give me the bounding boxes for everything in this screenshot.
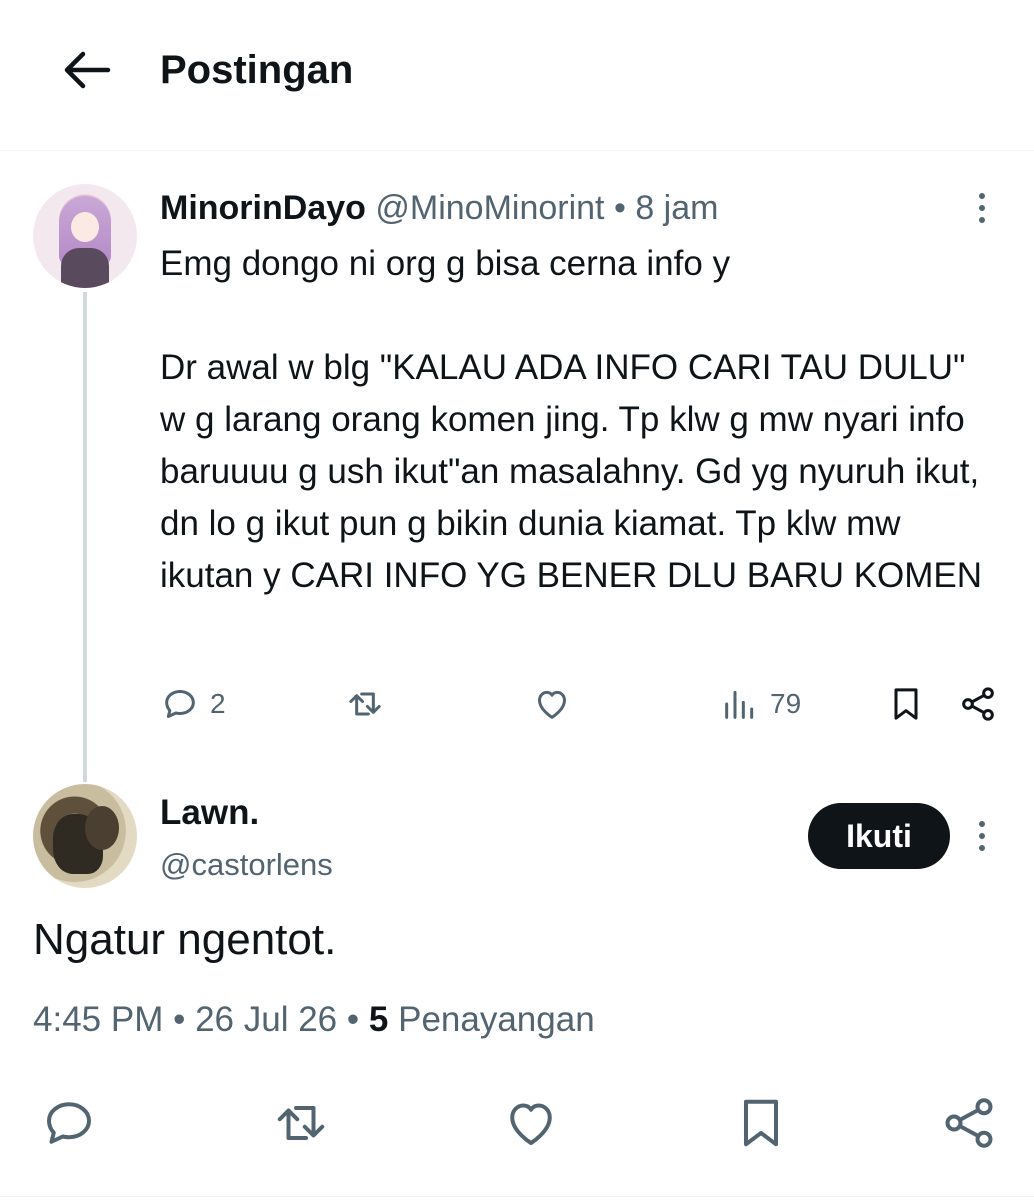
bookmark-button[interactable] [728,1090,794,1156]
retweet-button[interactable] [344,676,386,732]
separator-dot: • [613,189,626,227]
like-icon [510,1103,552,1145]
reply-button[interactable]: 2 [160,676,226,732]
retweet-icon [277,1106,325,1140]
more-options-button[interactable] [972,816,992,856]
more-options-button[interactable] [972,188,992,228]
views-icon [725,690,754,719]
tweet-header: MinorinDayo @MinoMinorint • 8 jam [160,186,718,230]
reply-button[interactable] [36,1090,102,1156]
share-icon [945,1098,993,1148]
tweet-body: Emg dongo ni org g bisa cerna info y Dr … [160,244,983,595]
share-icon [962,687,994,721]
follow-button[interactable]: Ikuti [808,803,950,869]
bookmark-icon [744,1099,778,1147]
user-handle[interactable]: @castorlens [160,843,333,887]
tweet-body: Ngatur ngentot. [33,915,337,964]
views-count[interactable]: 5 [369,1000,388,1039]
share-button[interactable] [958,676,998,732]
display-name[interactable]: Lawn. [160,790,259,836]
divider [0,1196,1034,1197]
like-icon [538,690,566,719]
avatar[interactable] [33,784,137,888]
arrow-left-icon [64,51,111,89]
back-button[interactable] [58,44,114,96]
retweet-icon [349,692,381,716]
user-handle[interactable]: @MinoMinorint [375,189,604,227]
post-time: 4:45 PM [33,1000,164,1039]
retweet-button[interactable] [268,1090,334,1156]
views-label[interactable]: Penayangan [398,1000,595,1039]
views-button[interactable]: 79 [720,676,801,732]
separator-dot: • [173,1000,186,1039]
post-date: 26 Jul 26 [195,1000,338,1039]
top-bar: Postingan [0,0,1034,151]
reply-icon [165,690,195,718]
bookmark-button[interactable] [886,676,926,732]
post-time[interactable]: 8 jam [635,189,718,227]
more-icon [979,821,985,827]
more-icon [979,193,985,199]
display-name[interactable]: MinorinDayo [160,189,366,227]
share-button[interactable] [936,1090,1002,1156]
tweet-actions: 2 79 [0,676,1034,732]
reply-icon [47,1102,91,1144]
page-title: Postingan [160,48,354,92]
bookmark-icon [894,688,918,720]
like-button[interactable] [532,676,572,732]
views-count: 79 [770,688,802,719]
post-timestamp: 4:45 PM • 26 Jul 26 • 5 Penayangan [33,996,595,1044]
like-button[interactable] [498,1090,564,1156]
reply-count: 2 [210,688,226,719]
separator-dot: • [346,1000,360,1039]
avatar[interactable] [33,184,137,288]
tweet-actions-bar [0,1090,1034,1156]
